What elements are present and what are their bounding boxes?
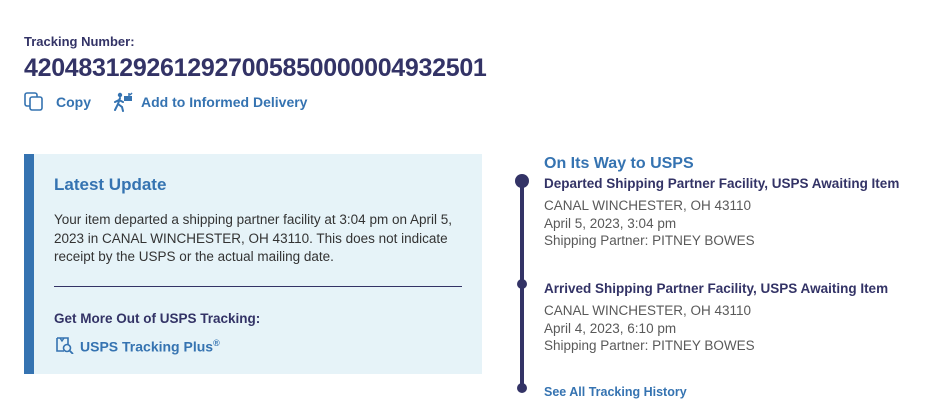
copy-label: Copy bbox=[56, 94, 91, 110]
tracking-number: 4204831292612927005850000004932501 bbox=[24, 54, 487, 82]
add-informed-delivery-button[interactable]: Add to Informed Delivery bbox=[113, 92, 307, 112]
tracking-number-label: Tracking Number: bbox=[24, 34, 135, 49]
event-partner: Shipping Partner: PITNEY BOWES bbox=[544, 338, 755, 353]
registered-mark: ® bbox=[213, 338, 220, 349]
copy-icon bbox=[24, 92, 44, 112]
informed-delivery-icon bbox=[113, 92, 135, 112]
see-all-tracking-history-link[interactable]: See All Tracking History bbox=[544, 385, 687, 399]
tracking-event: Departed Shipping Partner Facility, USPS… bbox=[544, 176, 899, 250]
timeline-dot-current bbox=[515, 174, 529, 188]
event-title: Arrived Shipping Partner Facility, USPS … bbox=[544, 281, 889, 296]
event-location: CANAL WINCHESTER, OH 43110 bbox=[544, 198, 752, 213]
latest-update-panel: Latest Update Your item departed a shipp… bbox=[24, 154, 482, 374]
timeline-dot bbox=[517, 279, 527, 289]
tracking-event: Arrived Shipping Partner Facility, USPS … bbox=[544, 281, 888, 355]
event-datetime: April 5, 2023, 3:04 pm bbox=[544, 215, 677, 231]
event-partner: Shipping Partner: PITNEY BOWES bbox=[544, 233, 755, 248]
event-datetime: April 4, 2023, 6:10 pm bbox=[544, 320, 677, 336]
tracking-status-heading: On Its Way to USPS bbox=[544, 155, 694, 172]
tracking-plus-label: USPS Tracking Plus® bbox=[80, 338, 220, 355]
latest-update-heading: Latest Update bbox=[54, 175, 167, 194]
informed-delivery-label: Add to Informed Delivery bbox=[141, 94, 308, 110]
event-title: Departed Shipping Partner Facility, USPS… bbox=[544, 176, 900, 191]
usps-tracking-plus-link[interactable]: USPS Tracking Plus® bbox=[54, 334, 220, 359]
tracking-actions: Copy Add to Informed Delivery bbox=[24, 92, 307, 112]
tracking-plus-icon bbox=[54, 334, 74, 359]
timeline-dot bbox=[517, 383, 527, 393]
panel-divider bbox=[54, 286, 462, 287]
more-tracking-label: Get More Out of USPS Tracking: bbox=[54, 311, 261, 326]
latest-update-message: Your item departed a shipping partner fa… bbox=[54, 212, 452, 264]
copy-button[interactable]: Copy bbox=[24, 92, 91, 112]
event-location: CANAL WINCHESTER, OH 43110 bbox=[544, 303, 752, 318]
